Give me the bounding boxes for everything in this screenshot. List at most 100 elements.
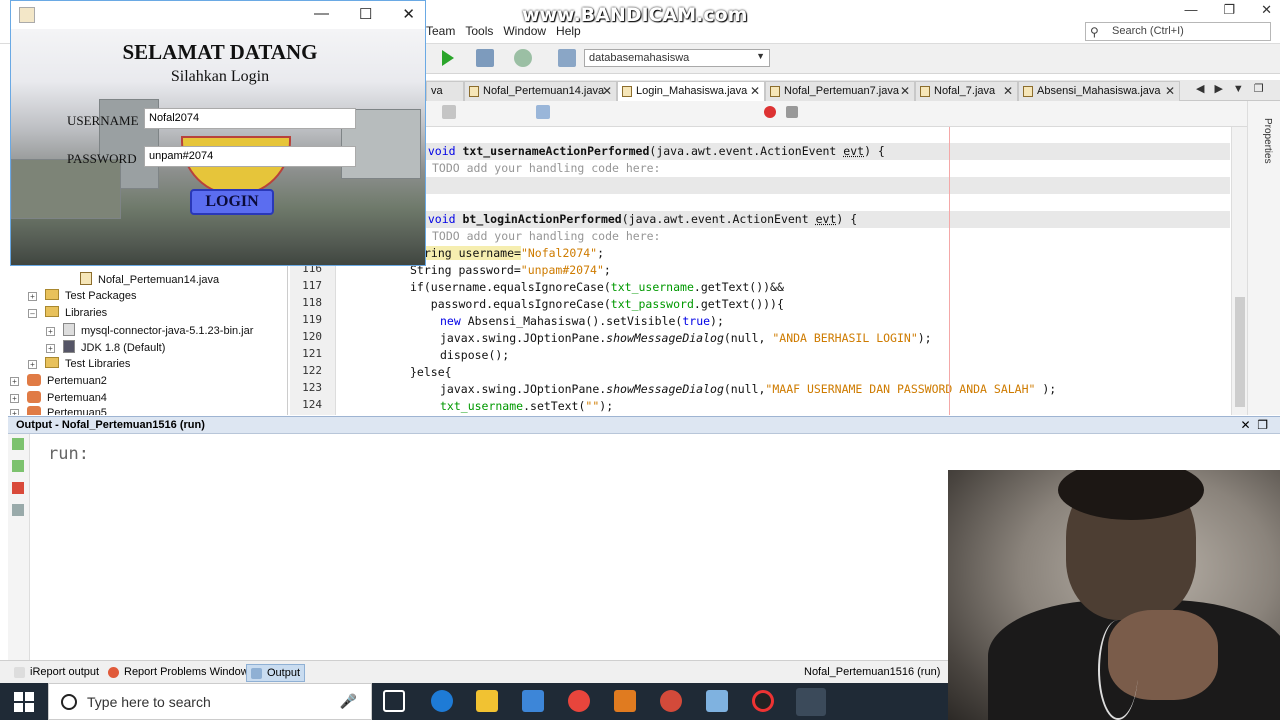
- tree-item-pertemuan5[interactable]: + Pertemuan5: [10, 406, 107, 415]
- tab-label: Nofal_Pertemuan7.java: [784, 85, 899, 97]
- menu-tools[interactable]: Tools: [465, 24, 493, 38]
- tab-login-mahasiswa[interactable]: Login_Mahasiswa.java ✕: [617, 81, 765, 101]
- app-cube-icon[interactable]: [706, 690, 728, 712]
- settings-icon[interactable]: [12, 504, 24, 516]
- find-icon[interactable]: [536, 105, 550, 119]
- tree-item-libraries[interactable]: – Libraries: [28, 306, 107, 319]
- record-macro-icon[interactable]: [764, 106, 776, 118]
- code-keyword: new: [440, 314, 461, 328]
- expand-icon[interactable]: +: [46, 344, 55, 353]
- tab-navigation-icons[interactable]: ◀▶▼❐: [1196, 82, 1274, 95]
- ide-search-input[interactable]: ⚲ Search (Ctrl+I): [1085, 22, 1271, 41]
- file-explorer-icon[interactable]: [476, 690, 498, 712]
- java-file-icon: [770, 86, 780, 97]
- tree-item-label: Pertemuan2: [47, 375, 107, 387]
- tab-nofal-7[interactable]: Nofal_7.java ✕: [915, 81, 1018, 101]
- close-icon[interactable]: ✕: [900, 84, 910, 98]
- code-line: e void txt_usernameActionPerformed(java.…: [336, 143, 1230, 160]
- minimize-icon[interactable]: —: [314, 5, 329, 23]
- tree-item-test-libraries[interactable]: + Test Libraries: [28, 357, 130, 370]
- tree-item-pertemuan4[interactable]: + Pertemuan4: [10, 391, 107, 404]
- webcam-overlay: [948, 470, 1280, 720]
- minimize-icon[interactable]: —: [1184, 2, 1197, 18]
- database-icon[interactable]: [558, 49, 576, 67]
- build-icon[interactable]: [476, 49, 494, 67]
- xampp-icon[interactable]: [614, 690, 636, 712]
- close-icon[interactable]: ✕: [602, 84, 612, 98]
- edge-icon[interactable]: [431, 690, 453, 712]
- expand-icon[interactable]: +: [28, 292, 37, 301]
- tab-absensi-mahasiswa[interactable]: Absensi_Mahasiswa.java ✕: [1018, 81, 1180, 101]
- close-icon[interactable]: ✕: [1165, 84, 1175, 98]
- stop-icon[interactable]: [12, 482, 24, 494]
- expand-icon[interactable]: +: [10, 377, 19, 386]
- close-icon[interactable]: ✕: [402, 5, 415, 23]
- menu-team[interactable]: Team: [426, 24, 455, 38]
- run-icon[interactable]: [442, 50, 454, 66]
- taskbar-search[interactable]: Type here to search 🎤: [48, 683, 372, 720]
- profile-icon[interactable]: [514, 49, 532, 67]
- database-selector[interactable]: databasemahasiswa ▼: [584, 49, 770, 67]
- editor-scrollbar[interactable]: [1231, 127, 1247, 415]
- status-tab-output[interactable]: Output: [246, 664, 306, 682]
- windows-start-icon[interactable]: [14, 692, 34, 712]
- restore-icon[interactable]: ❐: [1223, 2, 1235, 18]
- tree-item-file[interactable]: Nofal_Pertemuan14.java: [80, 272, 219, 286]
- login-button[interactable]: LOGIN: [190, 189, 274, 215]
- maximize-icon[interactable]: ☐: [359, 5, 372, 23]
- code-string: "ANDA BERHASIL LOGIN": [772, 331, 918, 345]
- close-icon[interactable]: ✕: [1261, 2, 1272, 18]
- status-tab-label: Output: [267, 667, 301, 679]
- tree-item-test-packages[interactable]: + Test Packages: [28, 289, 137, 302]
- expand-icon[interactable]: +: [10, 409, 19, 415]
- scrollbar-thumb[interactable]: [1235, 297, 1245, 407]
- close-icon[interactable]: ✕: [1003, 84, 1013, 98]
- code-token: ;: [603, 263, 611, 277]
- rerun-icon[interactable]: [12, 438, 24, 450]
- collapse-icon[interactable]: –: [28, 309, 37, 318]
- tab-nofal-pertemuan7[interactable]: Nofal_Pertemuan7.java ✕: [765, 81, 915, 101]
- tab-label: Login_Mahasiswa.java: [636, 85, 748, 97]
- line-number: 124: [302, 398, 322, 411]
- tree-item-mysql-jar[interactable]: + mysql-connector-java-5.1.23-bin.jar: [46, 323, 253, 337]
- code-keyword: true: [682, 314, 711, 328]
- code-editor[interactable]: e void txt_usernameActionPerformed(java.…: [336, 127, 1230, 415]
- expand-icon[interactable]: +: [46, 327, 55, 336]
- password-field[interactable]: unpam#2074: [144, 146, 356, 167]
- code-comment: TODO add your handling code here:: [432, 161, 661, 175]
- status-tab-ireport[interactable]: iReport output: [10, 664, 103, 680]
- expand-icon[interactable]: +: [28, 360, 37, 369]
- history-icon[interactable]: [442, 105, 456, 119]
- tree-item-pertemuan2[interactable]: + Pertemuan2: [10, 374, 107, 387]
- properties-side-tab[interactable]: Properties: [1262, 118, 1273, 164]
- mail-icon[interactable]: [522, 690, 544, 712]
- database-selector-value: databasemahasiswa: [589, 52, 690, 64]
- code-token: dispose();: [440, 348, 510, 362]
- expand-icon[interactable]: +: [10, 394, 19, 403]
- task-view-icon[interactable]: [383, 690, 405, 712]
- code-line: TODO add your handling code here:: [336, 160, 1230, 177]
- chrome-profile-icon[interactable]: [660, 690, 682, 712]
- menu-help[interactable]: Help: [556, 24, 581, 38]
- code-line-blank: [336, 177, 1230, 194]
- menu-window[interactable]: Window: [503, 24, 546, 38]
- status-tab-report-problems[interactable]: Report Problems Window: [104, 664, 253, 680]
- chrome-icon[interactable]: [568, 690, 590, 712]
- code-token: Absensi_Mahasiswa().setVisible(: [460, 314, 683, 328]
- folder-icon: [45, 306, 59, 317]
- microphone-icon[interactable]: 🎤: [340, 693, 357, 710]
- java-app-icon[interactable]: [796, 688, 826, 716]
- bandicam-icon[interactable]: [752, 690, 774, 712]
- output-panel-title: Output - Nofal_Pertemuan1516 (run): [16, 419, 205, 431]
- close-icon[interactable]: ✕: [750, 84, 760, 98]
- code-token: .setText(: [523, 399, 586, 413]
- username-field[interactable]: Nofal2074: [144, 108, 356, 129]
- code-token: );: [1035, 382, 1057, 396]
- stop-macro-icon[interactable]: [786, 106, 798, 118]
- rerun-with-options-icon[interactable]: [12, 460, 24, 472]
- tab-nofal-pertemuan14[interactable]: Nofal_Pertemuan14.java ✕: [464, 81, 617, 101]
- output-panel-controls[interactable]: ✕ ❐: [1241, 418, 1268, 432]
- running-process[interactable]: Nofal_Pertemuan1516 (run): [804, 666, 940, 678]
- line-number: 118: [302, 296, 322, 309]
- tree-item-jdk[interactable]: + JDK 1.8 (Default): [46, 340, 165, 354]
